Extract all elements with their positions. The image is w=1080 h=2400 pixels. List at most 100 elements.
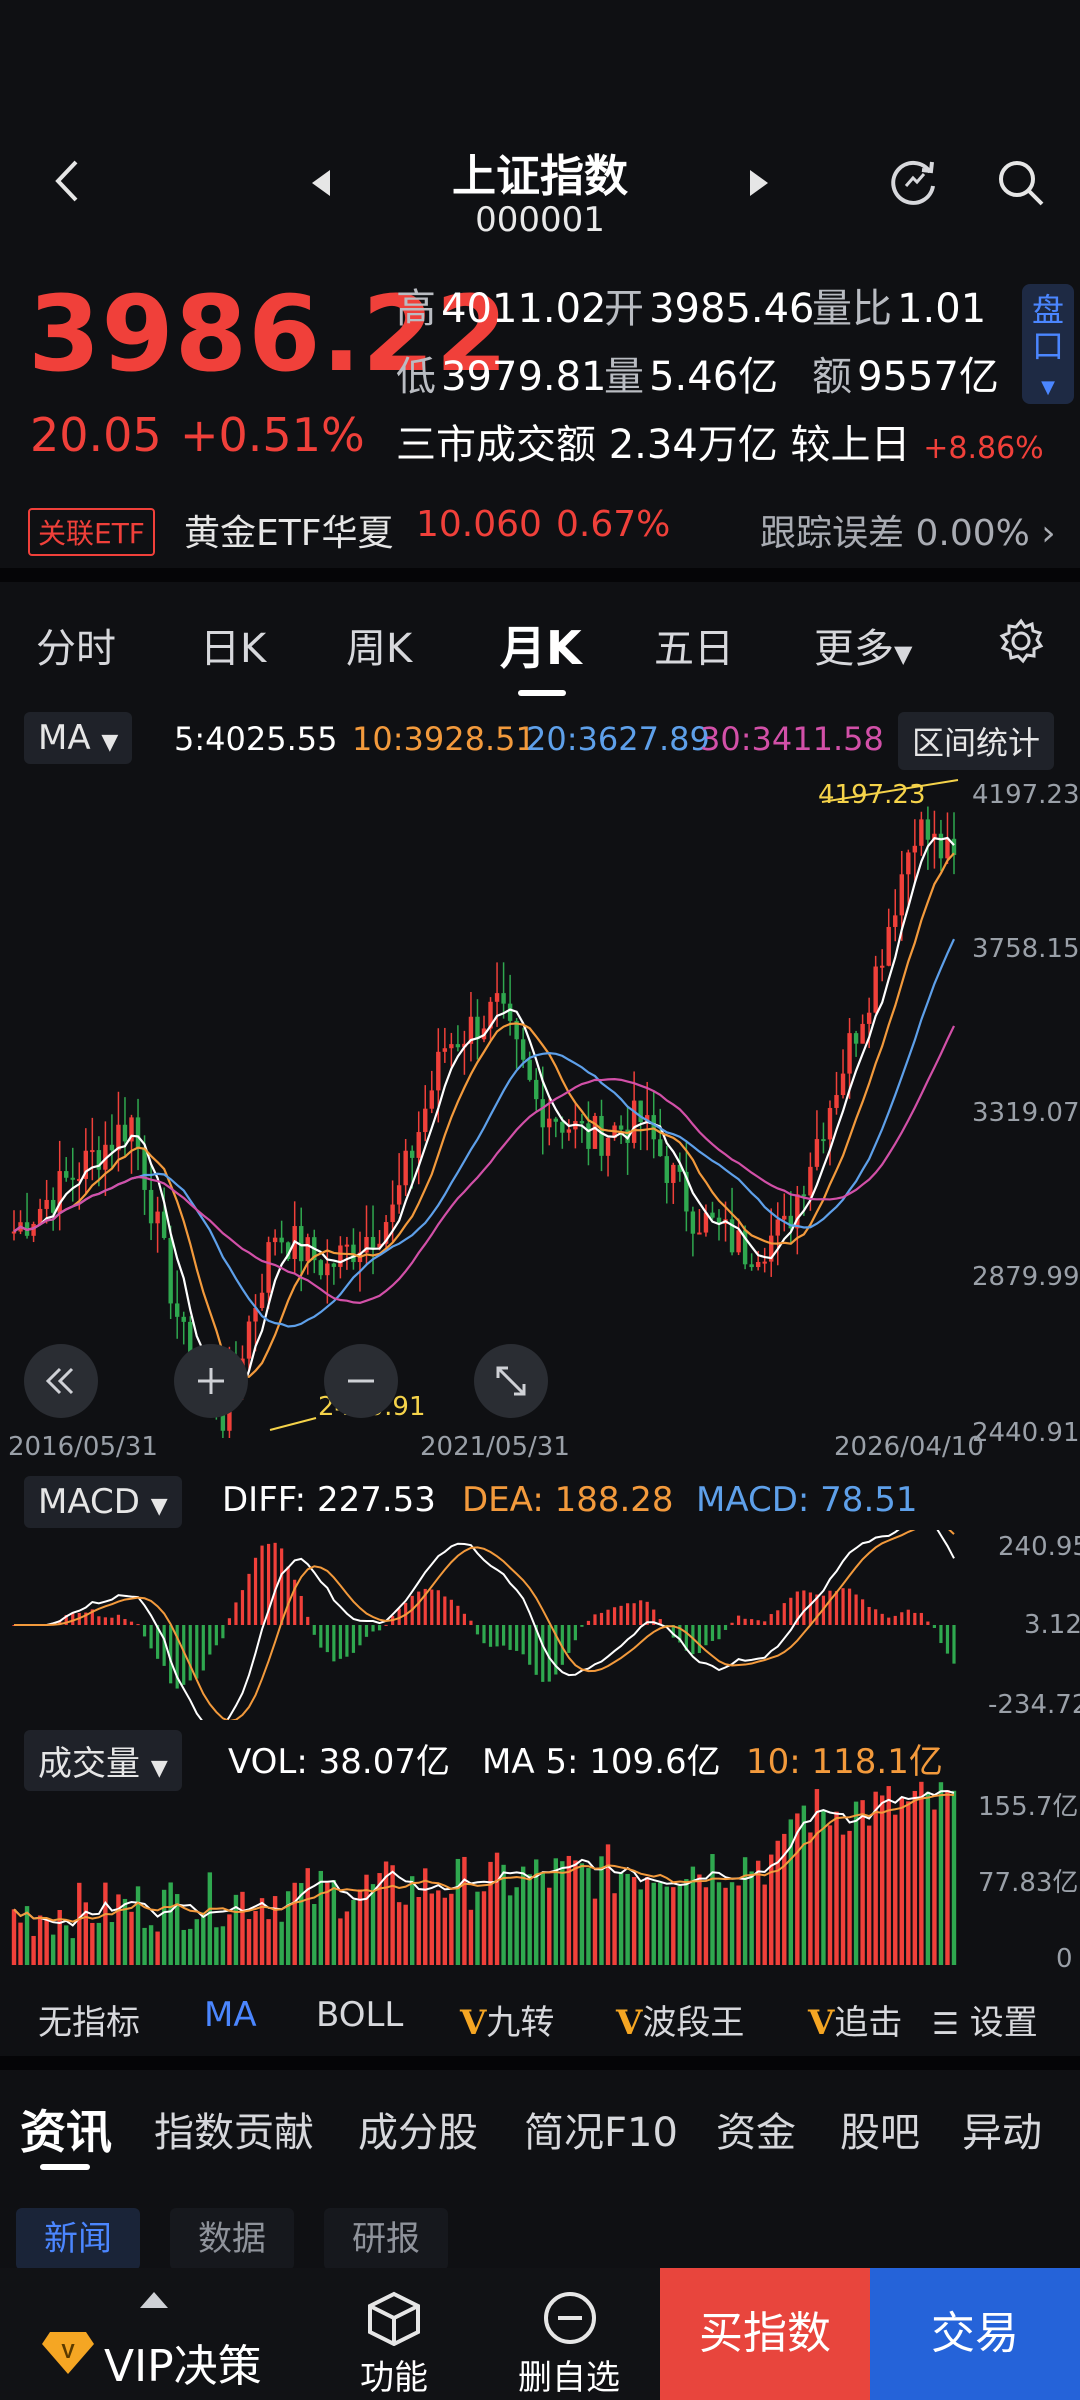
tab-index-contribution[interactable]: 指数贡献 (154, 2100, 314, 2158)
candle-body (429, 1090, 434, 1109)
macd-bar (253, 1557, 258, 1625)
macd-bar (769, 1614, 773, 1625)
range-stats-button[interactable]: 区间统计 (898, 712, 1055, 770)
function-cube-icon[interactable] (364, 2290, 424, 2350)
volume-bar (906, 1801, 911, 1965)
macd-bar (567, 1625, 571, 1653)
remove-watchlist-icon[interactable] (540, 2290, 600, 2350)
refresh-icon[interactable] (886, 156, 940, 214)
buy-index-button[interactable]: 买指数 (660, 2268, 870, 2400)
tab-weekly-k[interactable]: 周K (346, 616, 412, 674)
tab-news-main[interactable]: 资讯 (20, 2096, 112, 2162)
function-label[interactable]: 功能 (360, 2350, 428, 2399)
tracking-error[interactable]: 跟踪误差 0.00% › (760, 504, 1056, 556)
candle-body (11, 1231, 17, 1234)
tab-monthly-k[interactable]: 月K (500, 612, 582, 678)
remove-watchlist-label[interactable]: 删自选 (518, 2350, 620, 2399)
macd-bar (227, 1618, 232, 1625)
macd-bar (880, 1613, 884, 1625)
stat-ratio: 量比 1.01 (812, 286, 987, 332)
indicator-boll[interactable]: BOLL (316, 1995, 403, 2035)
subtab-research[interactable]: 研报 (324, 2208, 448, 2270)
tab-funds[interactable]: 资金 (716, 2100, 796, 2158)
candle-body (135, 1117, 141, 1149)
volume-bar (305, 1868, 310, 1965)
indicator-boduanwang[interactable]: V波段王 (616, 1995, 744, 2044)
candle-body (671, 1164, 676, 1183)
candle-body (122, 1124, 128, 1142)
expand-up-icon[interactable] (138, 2290, 170, 2314)
tab-fenshi[interactable]: 分时 (36, 616, 116, 674)
subtab-data[interactable]: 数据 (170, 2208, 294, 2270)
subtab-news[interactable]: 新闻 (16, 2208, 140, 2270)
indicator-jiuzhuan[interactable]: V九转 (460, 1995, 554, 2044)
candle-body (925, 819, 931, 840)
ma5-line (13, 836, 955, 1397)
next-stock-icon[interactable] (748, 168, 770, 202)
settings-gear-icon[interactable] (998, 618, 1044, 668)
tab-five-day[interactable]: 五日 (654, 616, 734, 674)
macd-bar (443, 1596, 447, 1625)
search-icon[interactable] (994, 156, 1048, 214)
volume-bar (370, 1884, 376, 1965)
candle-body (325, 1263, 330, 1276)
volume-bar (148, 1925, 154, 1965)
candle-body (886, 926, 891, 966)
macd-bar (214, 1625, 218, 1646)
zoom-out-icon[interactable] (324, 1344, 398, 1418)
indicator-ma[interactable]: MA (204, 1995, 257, 2035)
macd-bar (358, 1625, 362, 1646)
tab-more[interactable]: 更多▼ (814, 616, 912, 674)
candle-body (436, 1051, 441, 1091)
macd-bar (142, 1625, 147, 1637)
vip-decision-button[interactable]: VIP决策 (104, 2330, 262, 2394)
macd-bar (449, 1599, 453, 1625)
pankou-button[interactable]: 盘口 ▼ (1022, 284, 1074, 404)
candle-body (155, 1211, 160, 1224)
volume-bar (240, 1891, 245, 1965)
macd-y-2: 3.12 (1024, 1610, 1080, 1640)
indicator-settings[interactable]: ☰ 设置 (932, 1995, 1038, 2044)
tab-anomaly[interactable]: 异动 (962, 2100, 1042, 2158)
trade-button[interactable]: 交易 (870, 2268, 1080, 2400)
indicator-none[interactable]: 无指标 (38, 1995, 140, 2044)
ma-selector[interactable]: MA ▼ (24, 712, 133, 764)
volume-bar (540, 1873, 545, 1965)
candle-body (331, 1263, 337, 1267)
stat-open: 开 3985.46 (604, 286, 815, 332)
volume-bar (168, 1882, 173, 1965)
candle-body (64, 1171, 69, 1178)
fullscreen-icon[interactable] (474, 1344, 548, 1418)
ma30-value: 30:3411.58 (700, 720, 884, 758)
tab-constituents[interactable]: 成分股 (358, 2100, 478, 2158)
macd-bar (319, 1625, 323, 1648)
volume-bar (586, 1868, 591, 1965)
macd-y-3: -234.72 (988, 1690, 1080, 1720)
macd-bar (867, 1606, 871, 1625)
scroll-left-icon[interactable] (24, 1344, 98, 1418)
volume-bar (90, 1922, 95, 1965)
macd-selector[interactable]: MACD ▼ (24, 1476, 182, 1528)
macd-y-1: 240.95 (998, 1532, 1080, 1562)
volume-bar (579, 1863, 585, 1965)
candle-body (873, 966, 878, 1013)
tab-guba[interactable]: 股吧 (840, 2100, 920, 2158)
volume-bar (886, 1786, 891, 1965)
volume-bar (684, 1879, 689, 1965)
indicator-zhuiji[interactable]: V追击 (808, 1995, 902, 2044)
candle-body (664, 1156, 669, 1183)
tab-f10[interactable]: 简况F10 (524, 2100, 678, 2158)
tab-daily-k[interactable]: 日K (200, 616, 266, 674)
zoom-in-icon[interactable] (174, 1344, 248, 1418)
macd-bar (730, 1622, 734, 1625)
volume-bar (494, 1852, 500, 1965)
volume-bar (338, 1918, 343, 1965)
candle-body (605, 1137, 611, 1156)
candle-body (272, 1237, 278, 1243)
candle-body (31, 1223, 36, 1236)
volume-bar (755, 1860, 761, 1965)
volume-bar (873, 1791, 878, 1965)
etf-name[interactable]: 黄金ETF华夏 (184, 504, 393, 556)
macd-bar (508, 1625, 512, 1650)
volume-bar (925, 1791, 931, 1965)
